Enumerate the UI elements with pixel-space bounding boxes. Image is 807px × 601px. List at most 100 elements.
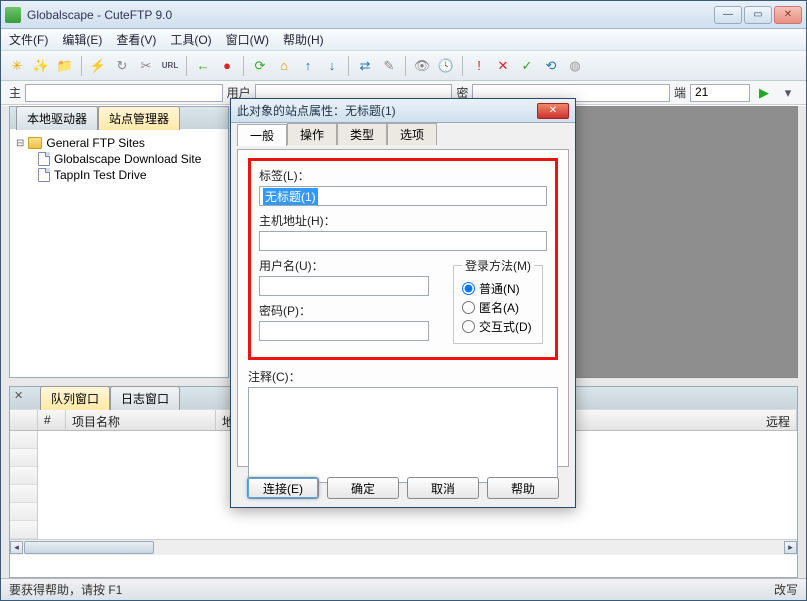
tree-item-label: Globalscape Download Site	[54, 152, 201, 166]
radio-normal-input[interactable]	[462, 282, 475, 295]
status-help: 要获得帮助，请按 F1	[9, 581, 122, 598]
comments-label: 注释(C)：	[248, 368, 558, 385]
horizontal-scrollbar[interactable]: ◂ ▸	[10, 539, 797, 555]
dialog-titlebar[interactable]: 此对象的站点属性：无标题(1) ✕	[231, 99, 575, 123]
edit-icon[interactable]: ✎	[379, 56, 399, 76]
transfer-icon[interactable]: ⇄	[355, 56, 375, 76]
scroll-right-icon[interactable]: ▸	[784, 541, 797, 554]
close-button[interactable]: ✕	[774, 6, 802, 24]
left-tabs: 本地驱动器 站点管理器	[10, 107, 228, 129]
tree-item-tappin[interactable]: TappIn Test Drive	[38, 167, 222, 183]
col-name[interactable]: 项目名称	[66, 410, 216, 430]
tab-local-drives[interactable]: 本地驱动器	[16, 106, 98, 130]
menu-edit[interactable]: 编辑(E)	[62, 31, 102, 48]
col-marker[interactable]	[10, 410, 38, 430]
refresh-icon[interactable]: ⟳	[250, 56, 270, 76]
new-icon[interactable]: ✳	[7, 56, 27, 76]
port-label: 端	[674, 84, 686, 101]
alert-icon[interactable]: !	[469, 56, 489, 76]
col-num[interactable]: #	[38, 410, 66, 430]
menu-view[interactable]: 查看(V)	[116, 31, 156, 48]
menu-file[interactable]: 文件(F)	[9, 31, 48, 48]
menu-window[interactable]: 窗口(W)	[226, 31, 269, 48]
tab-log[interactable]: 日志窗口	[110, 386, 180, 410]
statusbar: 要获得帮助，请按 F1 改写	[1, 578, 806, 600]
url-icon[interactable]: URL	[160, 56, 180, 76]
cancel-button[interactable]: 取消	[407, 477, 479, 499]
quick-connect-menu-button[interactable]: ▾	[778, 83, 798, 103]
radio-interactive[interactable]: 交互式(D)	[462, 318, 534, 335]
site-icon	[38, 152, 50, 166]
host-label: 主	[9, 84, 21, 101]
sync-icon[interactable]: ⟲	[541, 56, 561, 76]
grid-rownums	[10, 431, 38, 539]
schedule-icon[interactable]: 🕓	[436, 56, 456, 76]
connect-button[interactable]: 连接(E)	[247, 477, 319, 499]
tab-type[interactable]: 类型	[337, 123, 387, 145]
delete-icon[interactable]: ✕	[493, 56, 513, 76]
back-icon[interactable]: ←	[193, 56, 213, 76]
tree-item-globalscape[interactable]: Globalscape Download Site	[38, 151, 222, 167]
password-field-label: 密码(P)：	[259, 302, 439, 319]
tab-general[interactable]: 一般	[237, 124, 287, 146]
quick-connect-button[interactable]: ▶	[754, 83, 774, 103]
host-field-label: 主机地址(H)：	[259, 212, 547, 229]
login-method-legend: 登录方法(M)	[462, 257, 534, 274]
scroll-left-icon[interactable]: ◂	[10, 541, 23, 554]
maximize-button[interactable]: ▭	[744, 6, 772, 24]
radio-anonymous[interactable]: 匿名(A)	[462, 299, 534, 316]
down-icon[interactable]: ↓	[322, 56, 342, 76]
dialog-buttons: 连接(E) 确定 取消 帮助	[231, 477, 575, 499]
tree-item-label: TappIn Test Drive	[54, 168, 147, 182]
tab-queue[interactable]: 队列窗口	[40, 386, 110, 410]
tab-action[interactable]: 操作	[287, 123, 337, 145]
shield-icon[interactable]: ◍	[565, 56, 585, 76]
disconnect-icon[interactable]: ✂	[136, 56, 156, 76]
comments-field[interactable]	[248, 387, 558, 483]
connect-icon[interactable]: ⚡	[88, 56, 108, 76]
username-field[interactable]	[259, 276, 429, 296]
host-field[interactable]	[259, 231, 547, 251]
site-icon	[38, 168, 50, 182]
tab-site-manager[interactable]: 站点管理器	[98, 106, 180, 130]
stop-icon[interactable]: ●	[217, 56, 237, 76]
dialog-close-button[interactable]: ✕	[537, 103, 569, 119]
titlebar[interactable]: Globalscape - CuteFTP 9.0 — ▭ ✕	[1, 1, 806, 29]
folder-icon[interactable]: 📁	[55, 56, 75, 76]
label-field-label: 标签(L)：	[259, 167, 547, 184]
reconnect-icon[interactable]: ↻	[112, 56, 132, 76]
dialog-title: 此对象的站点属性：无标题(1)	[237, 102, 396, 119]
help-button[interactable]: 帮助	[487, 477, 559, 499]
tab-options[interactable]: 选项	[387, 123, 437, 145]
label-field-value: 无标题(1)	[263, 188, 318, 205]
ok-button[interactable]: 确定	[327, 477, 399, 499]
site-tree: General FTP Sites Globalscape Download S…	[10, 129, 228, 189]
radio-anonymous-input[interactable]	[462, 301, 475, 314]
window-title: Globalscape - CuteFTP 9.0	[27, 8, 172, 22]
view-icon[interactable]: 👁	[412, 56, 432, 76]
site-properties-dialog: 此对象的站点属性：无标题(1) ✕ 一般 操作 类型 选项 标签(L)： 无标题…	[230, 98, 576, 508]
tree-root[interactable]: General FTP Sites	[16, 135, 222, 151]
dialog-tabs: 一般 操作 类型 选项	[231, 123, 575, 145]
folder-icon	[28, 137, 42, 149]
menu-help[interactable]: 帮助(H)	[283, 31, 324, 48]
home-icon[interactable]: ⌂	[274, 56, 294, 76]
left-pane: 本地驱动器 站点管理器 General FTP Sites Globalscap…	[9, 106, 229, 378]
username-field-label: 用户名(U)：	[259, 257, 439, 274]
scroll-thumb[interactable]	[24, 541, 154, 554]
host-input[interactable]	[25, 84, 223, 102]
app-icon	[5, 7, 21, 23]
label-field[interactable]: 无标题(1)	[259, 186, 547, 206]
password-field[interactable]	[259, 321, 429, 341]
bottom-close-icon[interactable]: ✕	[14, 389, 23, 402]
port-input[interactable]: 21	[690, 84, 750, 102]
up-icon[interactable]: ↑	[298, 56, 318, 76]
radio-normal[interactable]: 普通(N)	[462, 280, 534, 297]
menu-tools[interactable]: 工具(O)	[170, 31, 211, 48]
wizard-icon[interactable]: ✨	[31, 56, 51, 76]
minimize-button[interactable]: —	[714, 6, 742, 24]
dialog-body: 标签(L)： 无标题(1) 主机地址(H)： 用户名(U)： 密码(P)：	[237, 149, 569, 467]
check-icon[interactable]: ✓	[517, 56, 537, 76]
tree-root-label: General FTP Sites	[46, 136, 144, 150]
radio-interactive-input[interactable]	[462, 320, 475, 333]
